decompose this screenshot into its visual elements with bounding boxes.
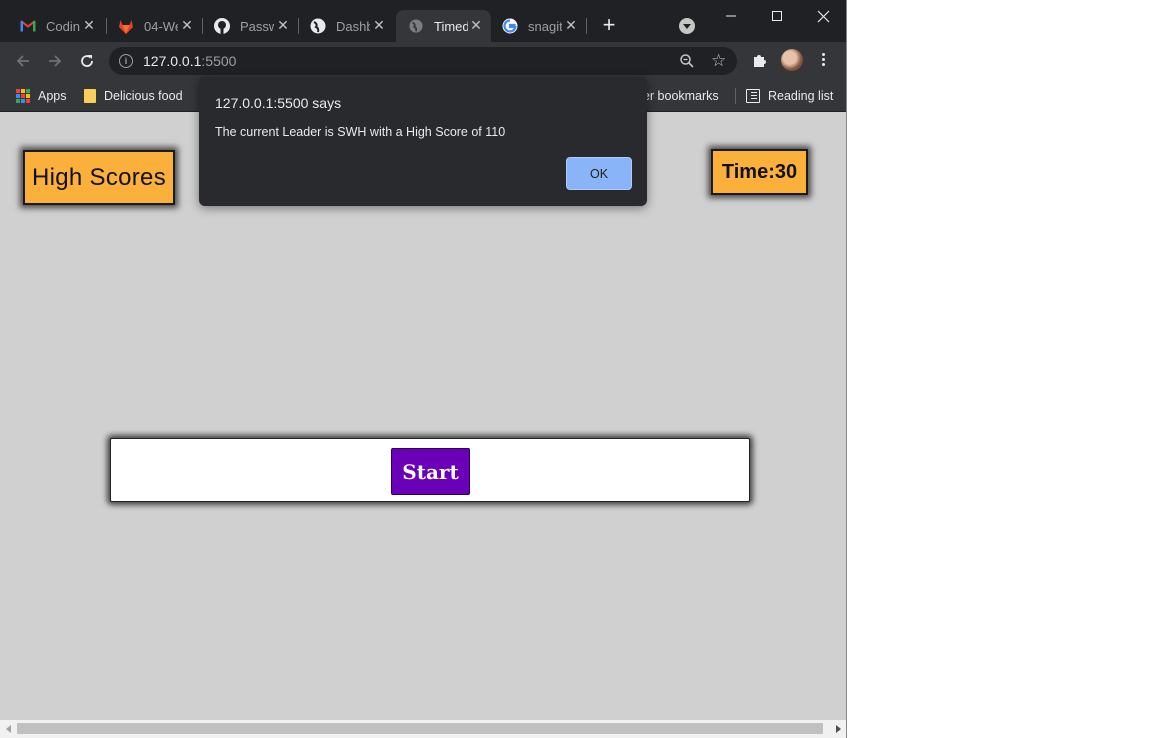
tab-title: snagit [528,18,562,34]
forward-button[interactable] [45,51,65,71]
scrollbar-thumb[interactable] [17,723,823,734]
high-scores-button[interactable]: High Scores [23,150,175,205]
tab-title: Dashb [336,18,370,34]
gitlab-icon [118,18,134,34]
bookmark-label: Reading list [768,89,834,103]
minimize-button[interactable] [719,6,743,26]
tab-gmail[interactable]: Coding ✕ [0,10,104,42]
tab-separator [586,18,587,34]
bookmark-label: her bookmarks [636,89,719,103]
back-button[interactable] [13,51,33,71]
more-menu-icon[interactable] [819,51,827,71]
reload-button[interactable] [77,51,97,71]
start-button[interactable]: Start [391,448,470,495]
bookmark-other-bookmarks[interactable]: her bookmarks [636,86,719,106]
tab-github[interactable]: Passw ✕ [194,10,298,42]
quiz-card: Start [110,438,750,502]
bookmarks-separator [735,88,736,104]
close-icon[interactable]: ✕ [276,17,290,33]
scroll-left-arrow-icon[interactable] [6,725,11,733]
tab-gitlab[interactable]: 04-Web ✕ [98,10,202,42]
dialog-title: 127.0.0.1:5500 says [215,95,342,111]
tab-title: Timed [434,18,468,34]
profile-avatar[interactable] [781,49,803,71]
bookmark-delicious-food[interactable]: Delicious food [84,86,183,106]
close-icon[interactable]: ✕ [82,17,96,33]
close-icon[interactable]: ✕ [180,17,194,33]
info-icon[interactable]: i [119,54,133,68]
tab-title: Coding [46,18,80,34]
close-icon[interactable]: ✕ [564,17,578,33]
maximize-button[interactable] [765,6,789,26]
tab-timed[interactable]: Timed ✕ [396,10,491,42]
tab-title: Passw [240,18,274,34]
bookmark-label: Delicious food [104,89,183,103]
close-icon[interactable]: ✕ [469,17,483,33]
tab-dashboard[interactable]: Dashb ✕ [290,10,394,42]
extensions-puzzle-icon[interactable] [751,51,769,74]
bookmark-label: Apps [38,89,67,103]
browser-window: Coding ✕ 04-Web ✕ Passw ✕ Dashb ✕ [0,0,847,738]
window-close-button[interactable] [811,6,835,26]
folder-icon [84,89,96,103]
reading-list-icon [746,89,760,103]
dialog-message: The current Leader is SWH with a High Sc… [215,125,506,139]
tab-search-icon[interactable] [679,18,695,34]
url-text: 127.0.0.1:5500 [143,53,237,69]
tab-title: 04-Web [144,18,178,34]
alert-dialog: 127.0.0.1:5500 says The current Leader i… [199,77,647,206]
close-icon[interactable]: ✕ [372,17,386,33]
bookmark-reading-list[interactable]: Reading list [746,86,833,106]
globe-icon [310,18,326,34]
new-tab-button[interactable]: + [598,14,620,37]
google-icon [502,18,518,34]
scroll-right-arrow-icon[interactable] [836,725,841,733]
tab-strip: Coding ✕ 04-Web ✕ Passw ✕ Dashb ✕ [0,0,846,42]
address-bar[interactable]: i 127.0.0.1:5500 ☆ [109,47,737,75]
apps-grid-icon [16,89,30,103]
gmail-icon [20,18,36,34]
tab-snagit[interactable]: snagit ✕ [482,10,586,42]
github-icon [214,18,230,34]
bookmark-apps[interactable]: Apps [16,86,67,106]
globe-icon [408,18,424,34]
timer-display: Time:30 [711,149,808,195]
dialog-ok-button[interactable]: OK [566,157,632,190]
horizontal-scrollbar[interactable] [0,720,846,738]
bookmark-star-icon[interactable]: ☆ [711,51,726,71]
browser-toolbar: i 127.0.0.1:5500 ☆ [0,42,846,80]
zoom-icon[interactable] [679,53,695,74]
